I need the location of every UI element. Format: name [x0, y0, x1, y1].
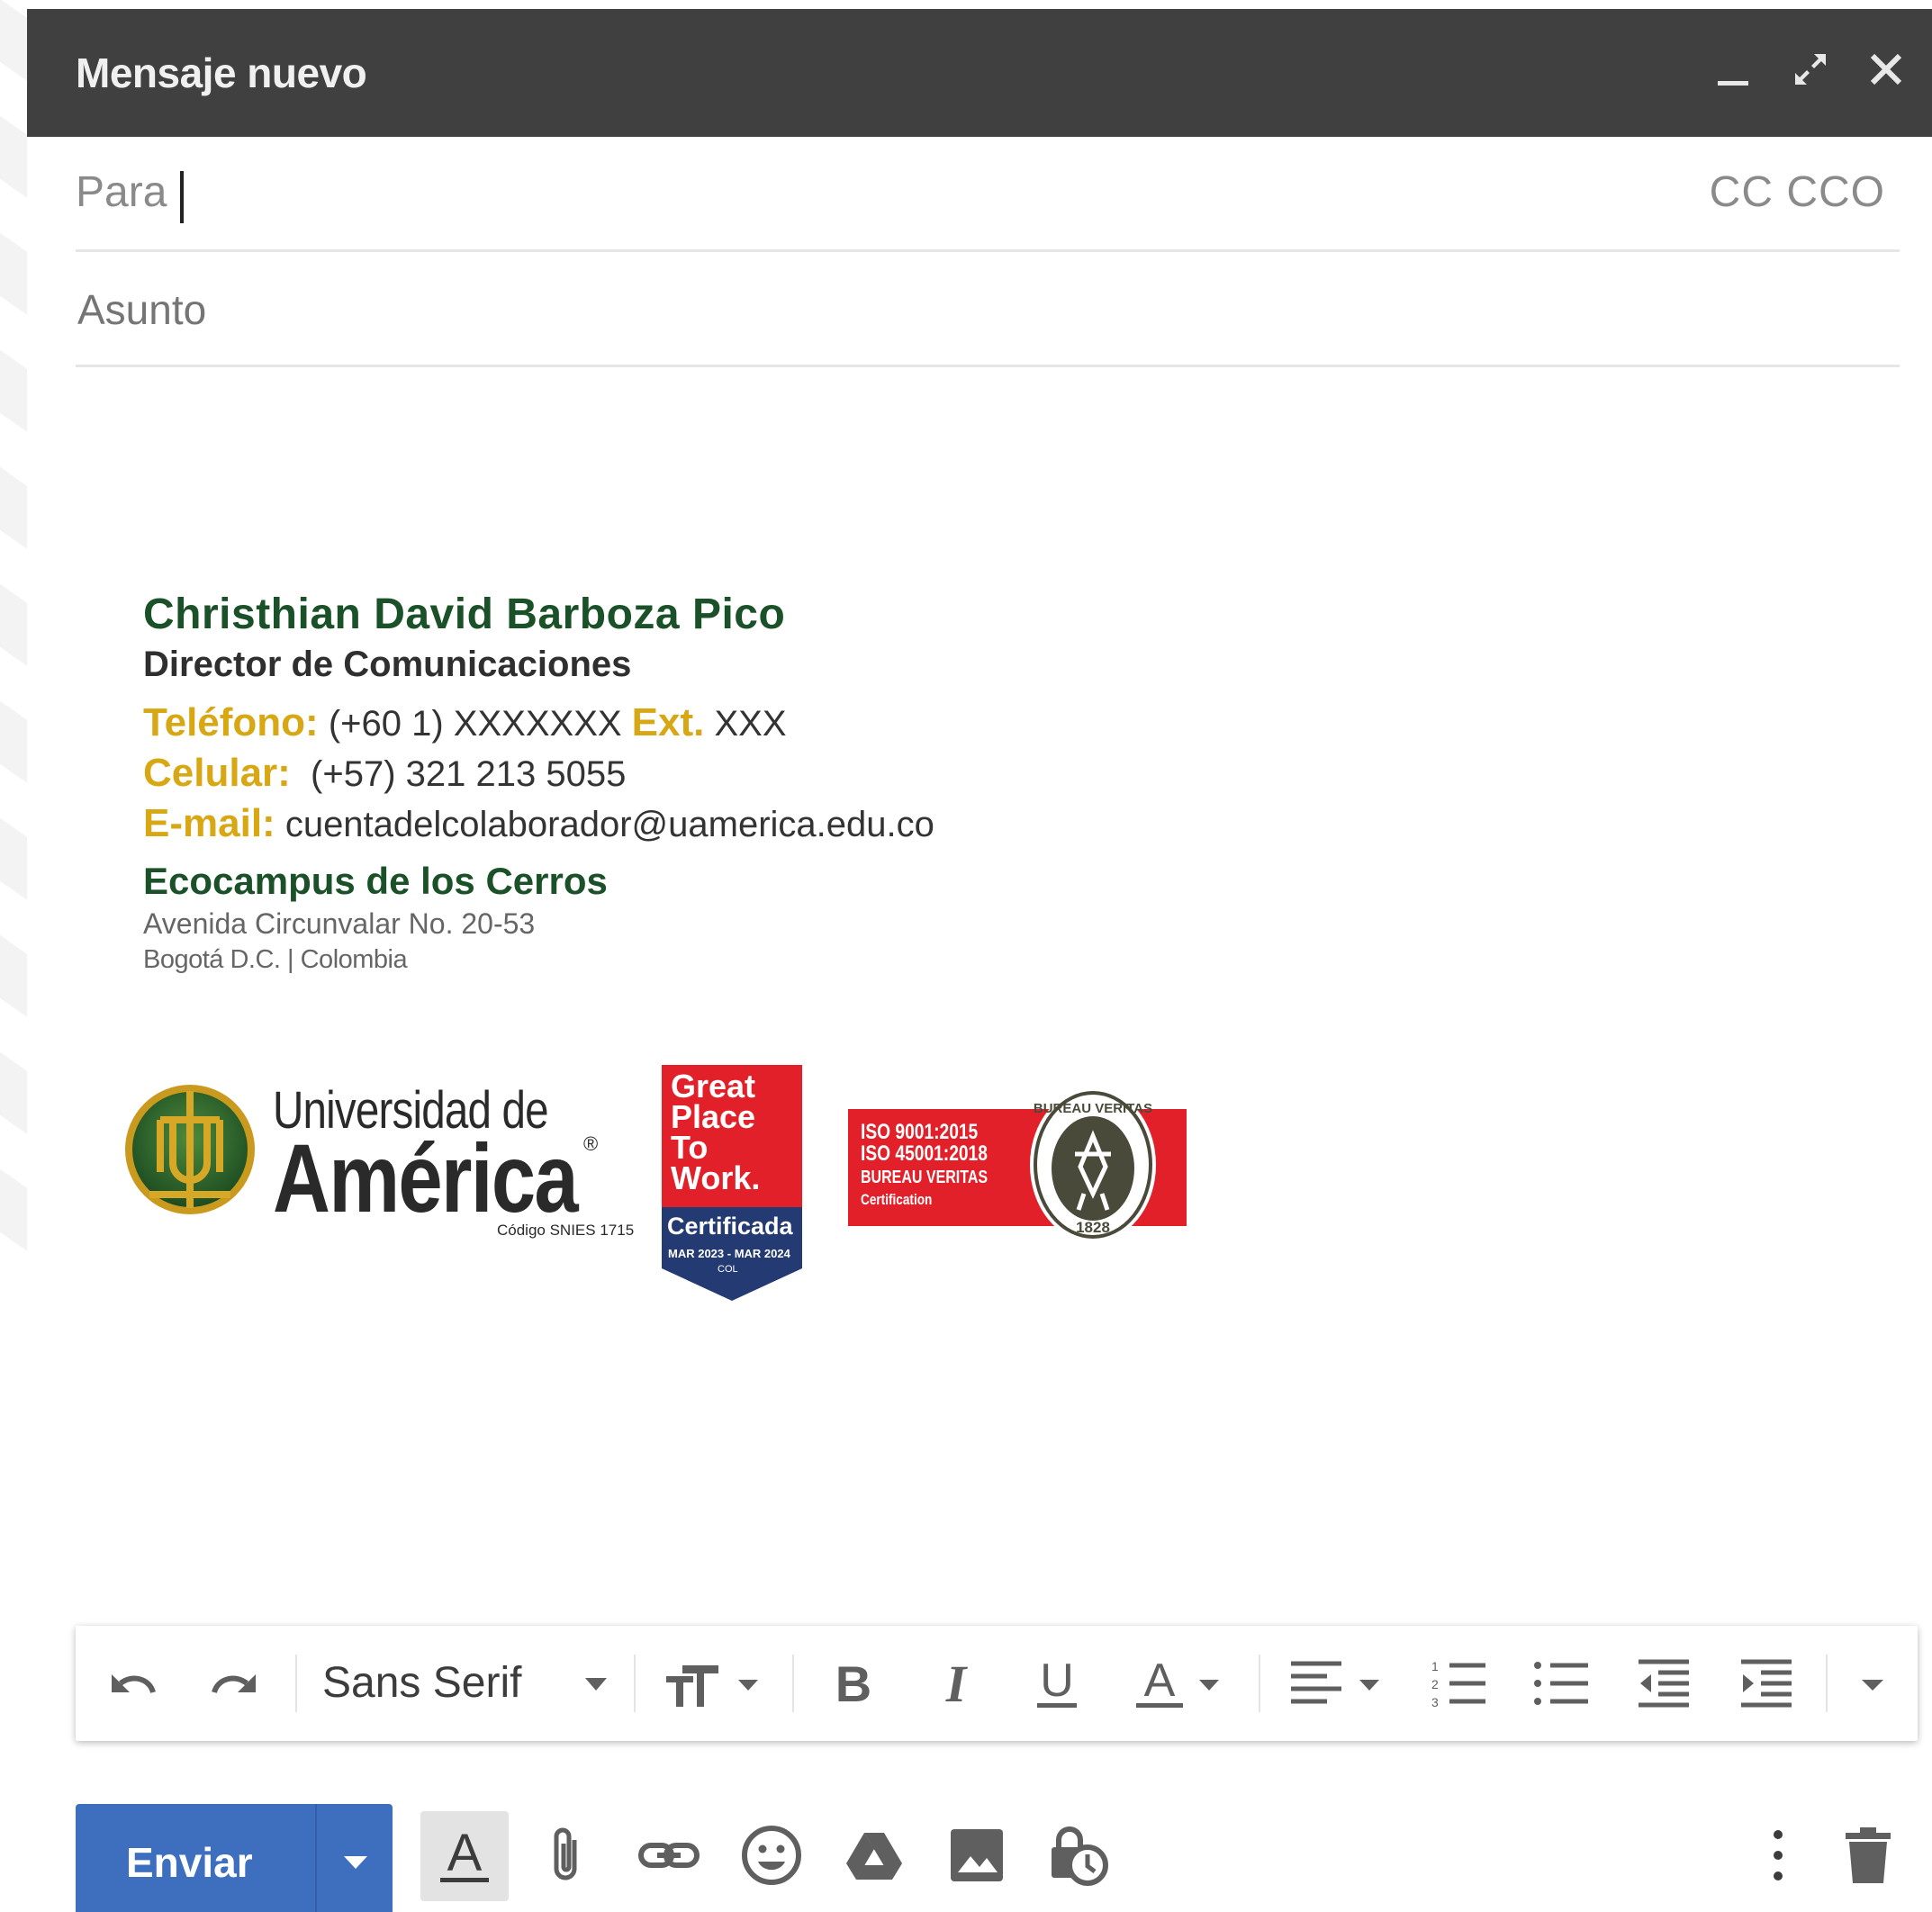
confidential-mode-icon[interactable] [1046, 1824, 1109, 1887]
bulleted-list-icon[interactable] [1532, 1655, 1590, 1712]
svg-text:U: U [1040, 1655, 1074, 1707]
bureau-veritas-sub: Certification [861, 1191, 933, 1208]
indent-more-icon[interactable] [1738, 1655, 1795, 1712]
to-input[interactable] [185, 162, 1675, 227]
phone-label: Teléfono: [143, 700, 319, 744]
mobile-value: (+57) 321 213 5055 [290, 754, 627, 794]
signature-phone-row: Teléfono: (+60 1) XXXXXXX Ext. XXX [143, 700, 787, 745]
align-icon[interactable] [1286, 1655, 1394, 1712]
university-code: Código SNIES 1715 [497, 1222, 635, 1239]
gptw-country: COL [718, 1264, 738, 1275]
gptw-dates: MAR 2023 - MAR 2024 [668, 1247, 790, 1260]
divider [76, 249, 1900, 252]
iso-45001: ISO 45001:2018 [861, 1141, 988, 1166]
redo-icon[interactable] [205, 1655, 263, 1712]
emoji-icon[interactable] [740, 1824, 803, 1887]
background-stripe [0, 0, 27, 1912]
separator [1259, 1655, 1260, 1712]
bureau-veritas-name: BUREAU VERITAS [861, 1168, 989, 1187]
signature-campus: Ecocampus de los Cerros [143, 860, 608, 902]
svg-text:I: I [945, 1655, 969, 1712]
indent-less-icon[interactable] [1635, 1655, 1693, 1712]
separator [295, 1655, 297, 1712]
svg-text:3: 3 [1431, 1695, 1439, 1709]
ext-value: XXX [704, 704, 787, 744]
to-label: Para [76, 168, 167, 216]
photo-icon[interactable] [945, 1824, 1008, 1887]
subject-input[interactable] [76, 279, 1790, 340]
link-icon[interactable] [637, 1824, 700, 1887]
phone-value: (+60 1) XXXXXXX [318, 704, 632, 744]
svg-text:A: A [447, 1824, 483, 1882]
gptw-title: Great Place To Work. [671, 1068, 761, 1196]
compose-title: Mensaje nuevo [76, 50, 367, 96]
italic-icon[interactable]: I [927, 1655, 985, 1712]
university-seal-icon [125, 1085, 255, 1214]
divider [76, 365, 1900, 367]
separator [634, 1655, 636, 1712]
font-dropdown-icon[interactable] [567, 1655, 625, 1712]
attach-icon[interactable] [537, 1824, 600, 1887]
signature-mobile-row: Celular: (+57) 321 213 5055 [143, 751, 626, 796]
drive-icon[interactable] [843, 1824, 906, 1887]
gptw-certified: Certificada [667, 1213, 793, 1240]
expand-icon[interactable] [1784, 43, 1837, 95]
registered-mark: ® [583, 1132, 599, 1155]
underline-icon[interactable]: U [1028, 1655, 1086, 1712]
signature-city: Bogotá D.C. | Colombia [143, 945, 408, 974]
email-value[interactable]: cuentadelcolaborador@uamerica.edu.co [275, 805, 934, 844]
more-options-icon[interactable] [1747, 1824, 1810, 1887]
more-formatting-icon[interactable] [1844, 1655, 1901, 1712]
email-label: E-mail: [143, 801, 275, 845]
text-cursor [180, 171, 184, 223]
svg-text:1: 1 [1431, 1659, 1439, 1673]
undo-icon[interactable] [104, 1655, 162, 1712]
close-icon[interactable] [1860, 43, 1912, 95]
send-options-icon[interactable] [324, 1829, 387, 1892]
discard-icon[interactable] [1837, 1824, 1900, 1887]
numbered-list-icon[interactable]: 1 2 3 [1430, 1655, 1487, 1712]
mobile-label: Celular: [143, 751, 291, 795]
bold-icon[interactable]: B [825, 1655, 882, 1712]
signature-address: Avenida Circunvalar No. 20-53 [143, 907, 536, 940]
svg-text:1828: 1828 [1076, 1219, 1110, 1236]
svg-text:B: B [835, 1655, 871, 1712]
svg-text:2: 2 [1431, 1677, 1439, 1691]
ext-label: Ext. [631, 700, 705, 744]
signature-email-row: E-mail: cuentadelcolaborador@uamerica.ed… [143, 801, 934, 846]
separator [792, 1655, 794, 1712]
text-size-icon[interactable] [663, 1655, 771, 1712]
separator [1826, 1655, 1828, 1712]
svg-text:A: A [1144, 1655, 1176, 1707]
send-split-divider [315, 1804, 317, 1912]
svg-text:BUREAU VERITAS: BUREAU VERITAS [1034, 1101, 1152, 1116]
cc-bcc-links[interactable]: CC CCO [1710, 167, 1885, 217]
font-select[interactable]: Sans Serif [322, 1658, 521, 1708]
text-color-icon[interactable]: A [1131, 1655, 1230, 1712]
send-label[interactable]: Enviar [126, 1838, 253, 1887]
signature-name: Christhian David Barboza Pico [143, 591, 786, 638]
formatting-toggle-icon[interactable]: A [433, 1824, 496, 1887]
minimize-icon[interactable] [1707, 43, 1759, 95]
signature-role: Director de Comunicaciones [143, 645, 632, 684]
bureau-veritas-seal-icon: BUREAU VERITAS 1828 [1030, 1087, 1156, 1242]
university-name-line2: América [273, 1123, 579, 1232]
